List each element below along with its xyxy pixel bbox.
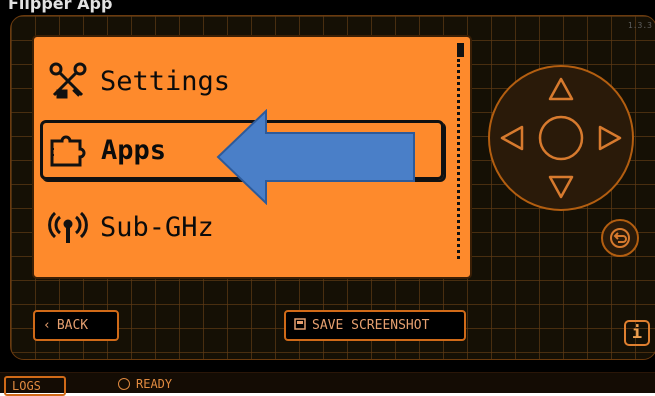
chevron-left-icon: ‹	[43, 318, 51, 333]
app-window: Flipper App 1.3.3 Settings Apps Sub-GHz …	[0, 0, 655, 372]
up-arrow-icon[interactable]	[548, 77, 574, 101]
settings-tools-icon	[42, 59, 94, 103]
menu-item-label: Sub-GHz	[100, 211, 214, 243]
back-button-label: BACK	[56, 318, 89, 333]
status-dot-icon	[118, 378, 130, 390]
scrollbar-track	[457, 59, 462, 259]
ok-circle-icon[interactable]	[538, 115, 584, 161]
window-title: Flipper App	[8, 0, 113, 13]
version-label: 1.3.3	[627, 21, 652, 30]
down-arrow-icon[interactable]	[548, 175, 574, 199]
save-icon	[294, 317, 306, 334]
info-button[interactable]: i	[624, 320, 650, 346]
scroll-thumb	[457, 43, 464, 57]
status-bar: LOGS READY	[0, 372, 655, 396]
status-text: READY	[136, 377, 173, 391]
device-screen[interactable]: Settings Apps Sub-GHz	[32, 35, 472, 279]
logs-label: LOGS	[12, 379, 41, 393]
apps-puzzle-icon	[43, 128, 95, 172]
menu-item-settings[interactable]: Settings	[42, 51, 440, 111]
right-arrow-icon[interactable]	[598, 125, 622, 151]
dpad	[488, 65, 634, 211]
save-screenshot-label: SAVE SCREENSHOT	[312, 318, 430, 333]
back-return-icon	[610, 228, 630, 248]
menu-item-label: Apps	[101, 134, 167, 166]
status-indicator: READY	[118, 377, 172, 391]
info-icon: i	[631, 323, 643, 343]
save-screenshot-button[interactable]: SAVE SCREENSHOT	[284, 310, 466, 341]
round-back-button[interactable]	[601, 219, 639, 257]
logs-button[interactable]: LOGS	[4, 376, 66, 396]
menu-item-subghz[interactable]: Sub-GHz	[42, 197, 440, 257]
antenna-icon	[42, 205, 94, 249]
back-button[interactable]: ‹ BACK	[33, 310, 119, 341]
annotation-arrow-icon	[216, 109, 415, 205]
left-arrow-icon[interactable]	[500, 125, 524, 151]
menu-item-label: Settings	[100, 65, 231, 97]
